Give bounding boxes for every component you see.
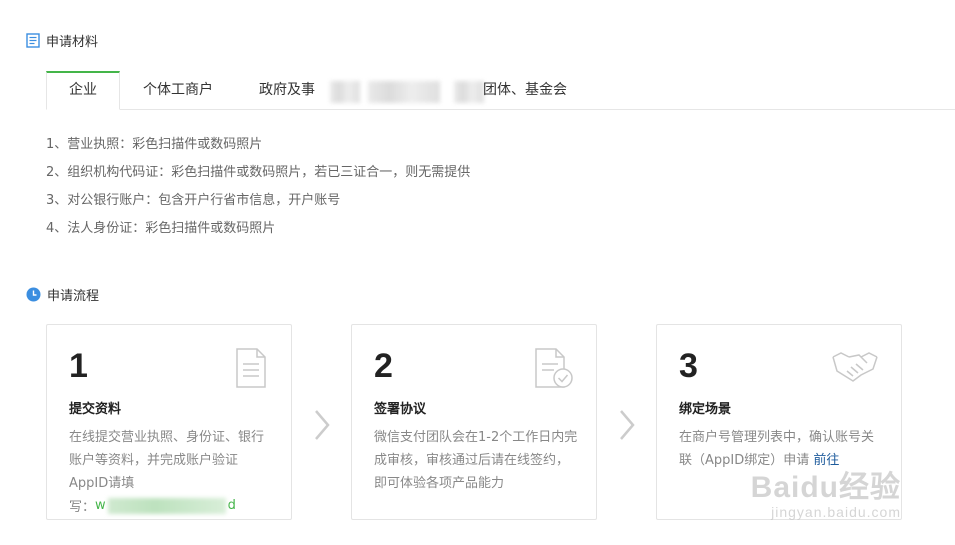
step-card-1: 1 提交资料 在线提交营业执照、身份证、银行账户等资料，并完成账户验证 AppI… <box>46 324 292 520</box>
tab-individual-business[interactable]: 个体工商户 <box>143 71 213 110</box>
chevron-right-icon <box>618 408 636 446</box>
step-number: 3 <box>679 347 698 385</box>
link-end[interactable]: d <box>228 498 236 513</box>
tab-government[interactable]: 政府及事 <box>259 71 315 110</box>
step-card-2: 2 签署协议 微信支付团队会在1-2个工作日内完成审核，审核通过后请在线签约，即… <box>351 324 597 520</box>
materials-list: 1、营业执照：彩色扫描件或数码照片 2、组织机构代码证：彩色扫描件或数码照片，若… <box>46 131 470 243</box>
baidu-watermark: Baidu经验 jingyan.baidu.com <box>751 462 901 520</box>
step-description: 在线提交营业执照、身份证、银行账户等资料，并完成账户验证 AppID请填 <box>69 430 265 491</box>
clock-icon <box>26 287 41 302</box>
process-section-header: 申请流程 <box>26 285 99 304</box>
extra-prefix: 写： <box>69 500 96 515</box>
list-item: 2、组织机构代码证：彩色扫描件或数码照片，若已三证合一，则无需提供 <box>46 165 471 180</box>
list-item: 1、营业执照：彩色扫描件或数码照片 <box>46 137 263 152</box>
blurred-region <box>368 81 440 103</box>
materials-section-header: 申请材料 <box>26 31 98 50</box>
step-title: 提交资料 <box>69 402 122 417</box>
process-section-title: 申请流程 <box>47 289 100 304</box>
materials-section-title: 申请材料 <box>46 35 99 50</box>
list-item: 3、对公银行账户：包含开户行省市信息，开户账号 <box>46 193 341 208</box>
step-number: 2 <box>374 347 393 385</box>
blurred-region <box>454 81 484 103</box>
step-description: 微信支付团队会在1-2个工作日内完成审核，审核通过后请在线签约，即可体验各项产品… <box>374 430 578 491</box>
step-extra: 写： w d <box>69 496 236 515</box>
blurred-region <box>330 81 360 103</box>
link-start[interactable]: w <box>95 498 106 513</box>
watermark-logo: Baidu经验 <box>750 471 901 504</box>
document-icon <box>233 347 269 393</box>
blurred-link <box>107 497 226 514</box>
tab-enterprise[interactable]: 企业 <box>46 71 120 110</box>
step-title: 绑定场景 <box>679 402 732 417</box>
step-title: 签署协议 <box>374 402 427 417</box>
handshake-icon <box>831 347 879 389</box>
watermark-url: jingyan.baidu.com <box>771 504 901 520</box>
chevron-right-icon <box>313 408 331 446</box>
document-icon <box>26 33 40 48</box>
tab-organization-foundation[interactable]: 团体、基金会 <box>483 71 567 110</box>
entity-type-tabs: 企业 个体工商户 政府及事 团体、基金会 <box>46 71 955 110</box>
document-check-icon <box>532 347 574 393</box>
list-item: 4、法人身份证：彩色扫描件或数码照片 <box>46 221 276 236</box>
step-number: 1 <box>69 347 88 385</box>
